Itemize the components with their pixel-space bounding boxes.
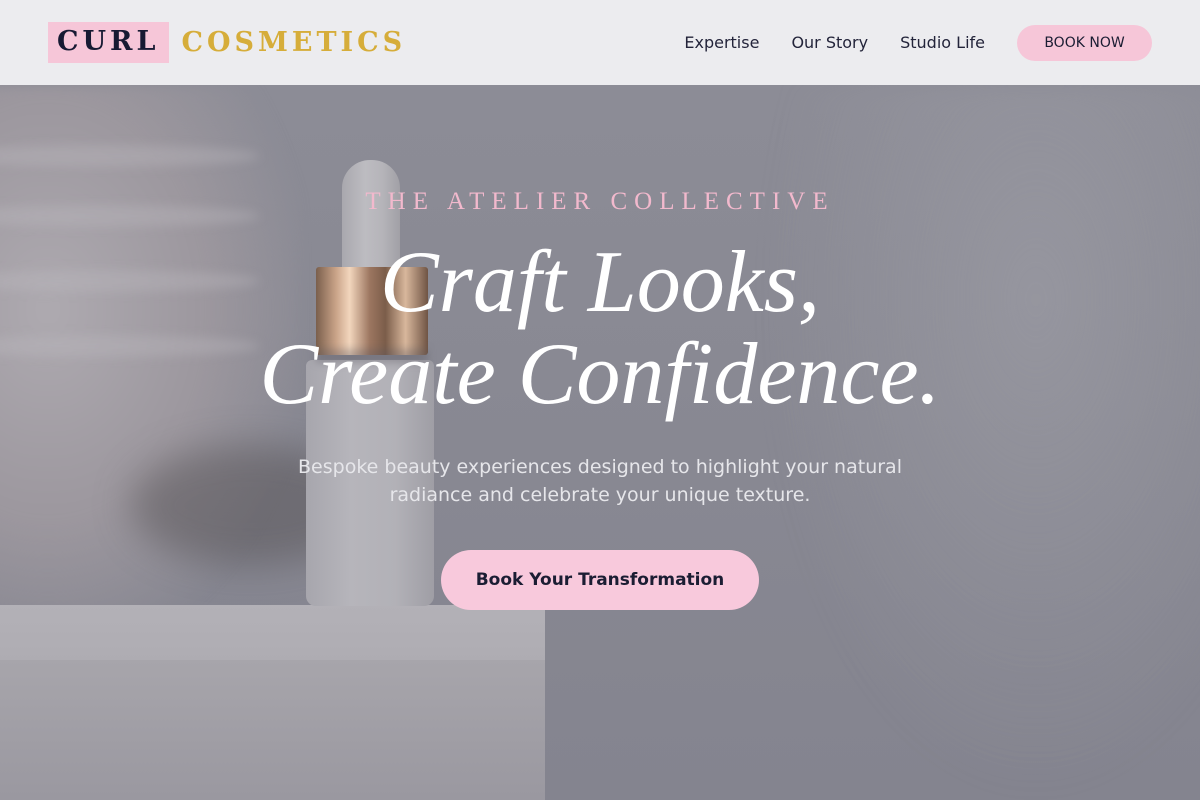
site-header: CURL COSMETICS Expertise Our Story Studi…	[0, 0, 1200, 85]
book-now-button[interactable]: BOOK NOW	[1017, 24, 1152, 61]
brand-logo[interactable]: CURL COSMETICS	[48, 22, 406, 63]
hero-headline-line1: Craft Looks,	[379, 234, 821, 331]
book-transformation-button[interactable]: Book Your Transformation	[441, 550, 759, 610]
hero-headline: Craft Looks, Create Confidence.	[0, 237, 1200, 421]
hero-content: THE ATELIER COLLECTIVE Craft Looks, Crea…	[0, 85, 1200, 800]
hero-headline-line2: Create Confidence.	[259, 326, 941, 423]
nav-link-expertise[interactable]: Expertise	[684, 33, 759, 52]
nav-link-studio-life[interactable]: Studio Life	[900, 33, 985, 52]
hero-eyebrow: THE ATELIER COLLECTIVE	[365, 188, 835, 215]
hero-section: THE ATELIER COLLECTIVE Craft Looks, Crea…	[0, 85, 1200, 800]
logo-cosmetics-wordmark: COSMETICS	[181, 26, 407, 58]
logo-curl-wordmark: CURL	[48, 22, 170, 63]
main-nav: Expertise Our Story Studio Life BOOK NOW	[684, 24, 1152, 61]
nav-link-our-story[interactable]: Our Story	[791, 33, 868, 52]
hero-subtitle: Bespoke beauty experiences designed to h…	[298, 456, 902, 506]
